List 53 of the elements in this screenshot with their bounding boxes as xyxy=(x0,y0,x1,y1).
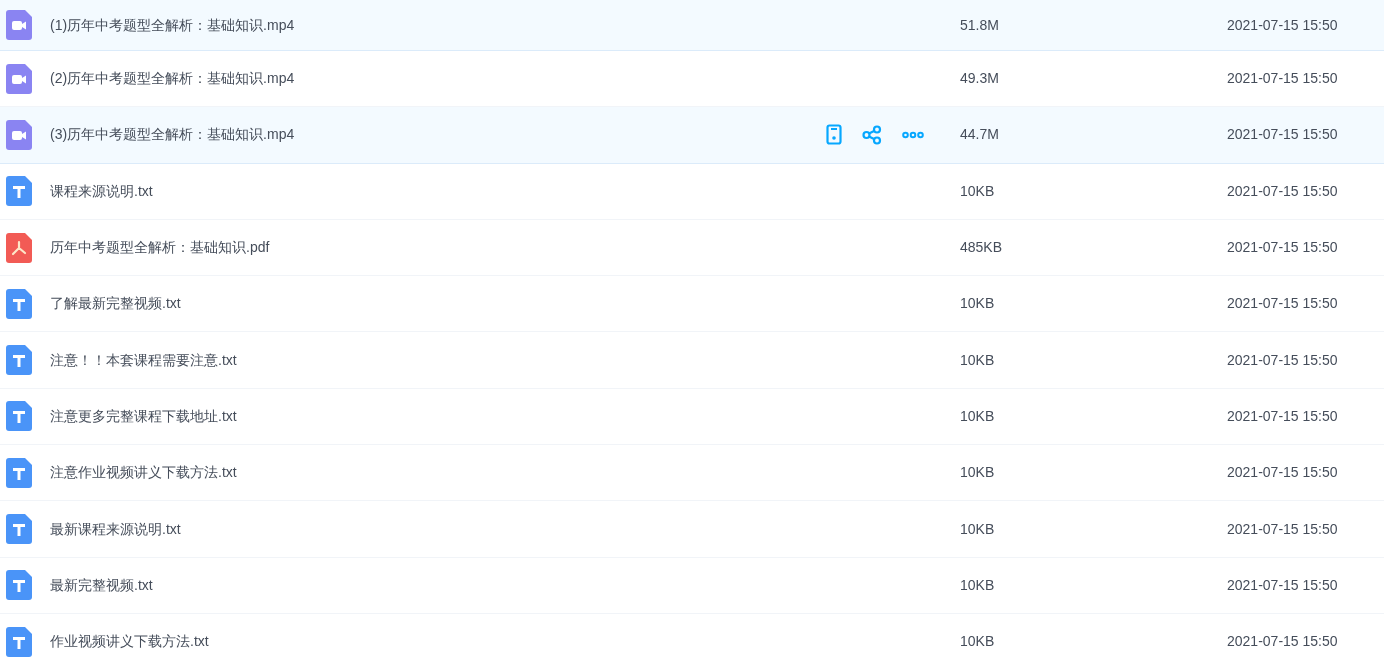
text-file-icon xyxy=(6,176,32,207)
text-file-icon xyxy=(6,457,32,488)
file-date: 2021-07-15 15:50 xyxy=(1227,16,1338,33)
share-icon[interactable] xyxy=(862,124,882,145)
text-file-icon xyxy=(6,401,32,432)
file-date: 2021-07-15 15:50 xyxy=(1227,464,1338,481)
file-name[interactable]: 最新课程来源说明.txt xyxy=(50,518,181,540)
file-date: 2021-07-15 15:50 xyxy=(1227,70,1338,87)
more-icon[interactable] xyxy=(902,130,924,139)
file-date: 2021-07-15 15:50 xyxy=(1227,295,1338,312)
file-name[interactable]: (1)历年中考题型全解析：基础知识.mp4 xyxy=(50,14,295,36)
text-file-icon xyxy=(6,626,32,657)
file-name[interactable]: (3)历年中考题型全解析：基础知识.mp4 xyxy=(50,124,295,146)
file-date: 2021-07-15 15:50 xyxy=(1227,633,1338,650)
text-file-icon xyxy=(6,345,32,376)
video-file-icon xyxy=(6,119,32,150)
file-date: 2021-07-15 15:50 xyxy=(1227,182,1338,199)
file-name[interactable]: 注意更多完整课程下载地址.txt xyxy=(50,405,237,427)
file-size: 10KB xyxy=(960,182,995,199)
file-name[interactable]: 了解最新完整视频.txt xyxy=(50,293,181,315)
video-file-icon xyxy=(6,10,32,40)
file-size: 10KB xyxy=(960,633,995,650)
file-name[interactable]: 历年中考题型全解析：基础知识.pdf xyxy=(50,237,270,259)
file-size: 51.8M xyxy=(960,16,999,33)
file-size: 10KB xyxy=(960,520,995,537)
file-size: 10KB xyxy=(960,351,995,368)
file-date: 2021-07-15 15:50 xyxy=(1227,126,1338,143)
phone-icon[interactable] xyxy=(826,124,842,146)
file-date: 2021-07-15 15:50 xyxy=(1227,351,1338,368)
pdf-file-icon xyxy=(6,232,32,263)
text-file-icon xyxy=(6,570,32,601)
file-name[interactable]: 作业视频讲义下载方法.txt xyxy=(50,631,209,653)
file-size: 10KB xyxy=(960,407,995,424)
file-date: 2021-07-15 15:50 xyxy=(1227,520,1338,537)
file-size: 485KB xyxy=(960,239,1003,256)
file-name[interactable]: 注意！！本套课程需要注意.txt xyxy=(50,349,237,371)
text-file-icon xyxy=(6,288,32,319)
file-name[interactable]: 最新完整视频.txt xyxy=(50,574,153,596)
file-row[interactable]: (1)历年中考题型全解析：基础知识.mp4 51.8M 2021-07-15 15:50 xyxy=(0,0,1384,51)
file-size: 49.3M xyxy=(960,70,999,87)
file-size: 44.7M xyxy=(960,126,999,143)
file-name[interactable]: 注意作业视频讲义下载方法.txt xyxy=(50,462,237,484)
file-date: 2021-07-15 15:50 xyxy=(1227,239,1338,256)
text-file-icon xyxy=(6,514,32,544)
file-name[interactable]: 课程来源说明.txt xyxy=(50,180,153,202)
file-date: 2021-07-15 15:50 xyxy=(1227,576,1338,593)
file-name[interactable]: (2)历年中考题型全解析：基础知识.mp4 xyxy=(50,68,295,90)
file-size: 10KB xyxy=(960,576,995,593)
file-row[interactable]: (3)历年中考题型全解析：基础知识.mp4 44.7M 2021-07-15 15:50 xyxy=(0,107,1384,164)
video-file-icon xyxy=(6,63,32,94)
file-date: 2021-07-15 15:50 xyxy=(1227,407,1338,424)
file-size: 10KB xyxy=(960,295,995,312)
file-size: 10KB xyxy=(960,464,995,481)
